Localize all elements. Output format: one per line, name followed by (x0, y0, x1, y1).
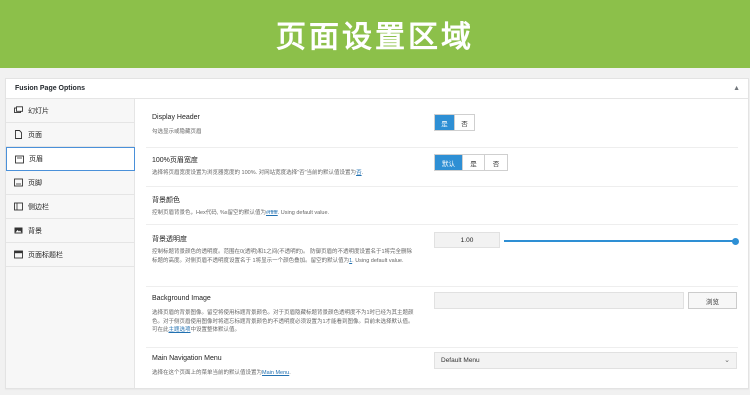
panel-title: Fusion Page Options (15, 85, 86, 92)
bg-image-url-field[interactable] (434, 292, 684, 309)
sidebar-icon (14, 202, 23, 211)
tab-label: 背景 (28, 227, 42, 235)
tab-label: 幻灯片 (28, 107, 49, 115)
tab-label: 侧边栏 (28, 203, 49, 211)
full-width-header-toggle: 默认 是 否 (434, 154, 508, 171)
chevron-down-icon: ⌄ (724, 357, 730, 364)
bg-opacity-label: 背景透明度 (152, 236, 187, 243)
footer-icon (14, 178, 23, 187)
full-width-default-button[interactable]: 默认 (435, 155, 463, 170)
opacity-slider-handle[interactable] (732, 237, 739, 245)
tab-page[interactable]: 页面 (6, 123, 134, 147)
image-icon (14, 226, 23, 235)
panel-header[interactable]: Fusion Page Options ▲ (6, 79, 748, 99)
bg-color-desc: 控制页眉背景色，Hex代码, %s留空的默认值为#ffffff. Using d… (152, 210, 330, 216)
fusion-page-options-panel: Fusion Page Options ▲ 幻灯片 页面 页眉 页脚 侧边栏 背… (5, 78, 749, 389)
divider (146, 347, 738, 348)
tab-label: 页脚 (28, 179, 42, 187)
main-menu-label: Main Navigation Menu (152, 355, 222, 362)
theme-options-link[interactable]: 主题选项 (169, 327, 191, 333)
full-width-no-button[interactable]: 否 (485, 155, 507, 170)
opacity-slider-track[interactable] (504, 240, 734, 242)
options-tabs: 幻灯片 页面 页眉 页脚 侧边栏 背景 页面标题栏 (6, 99, 135, 388)
tab-label: 页面 (28, 131, 42, 139)
full-width-header-desc: 选择将页眉宽度设置为浏览器宽度的 100%. 对网站宽度选择"否"当前的默认值设… (152, 170, 364, 176)
bg-color-label: 背景颜色 (152, 197, 180, 204)
tab-slideshow[interactable]: 幻灯片 (6, 99, 134, 123)
divider (146, 224, 738, 225)
collapse-toggle-icon[interactable]: ▲ (733, 85, 740, 92)
full-width-header-label: 100%页眉宽度 (152, 157, 198, 164)
divider (146, 147, 738, 148)
tab-header[interactable]: 页眉 (6, 147, 135, 171)
bg-image-desc: 选择页眉的背景图像。留空将使用标题背景颜色。对于页眉隐藏标题背景颜色透明度不为1… (152, 310, 414, 333)
title-bar-icon (14, 250, 23, 259)
bg-opacity-desc: 控制标题背景颜色的透明度。范围在0(透明)和1之间(不透明的)。 防御页眉的不透… (152, 249, 413, 264)
header-options-content: Display Header 勾选显示或隐藏页眉 是 否 100%页眉宽度 选择… (136, 99, 748, 388)
tab-background[interactable]: 背景 (6, 219, 134, 243)
main-menu-select[interactable]: Default Menu ⌄ (434, 352, 737, 369)
opacity-value-input[interactable]: 1.00 (434, 232, 500, 248)
display-header-desc: 勾选显示或隐藏页眉 (152, 129, 202, 135)
browse-button[interactable]: 浏览 (688, 292, 737, 309)
main-menu-selected-value: Default Menu (441, 357, 480, 364)
tab-footer[interactable]: 页脚 (6, 171, 134, 195)
display-header-toggle: 是 否 (434, 114, 475, 131)
tab-label: 页面标题栏 (28, 251, 63, 259)
tab-sidebar[interactable]: 侧边栏 (6, 195, 134, 219)
default-value-link[interactable]: #ffffff (266, 210, 278, 216)
tab-page-title-bar[interactable]: 页面标题栏 (6, 243, 134, 267)
divider (146, 286, 738, 287)
banner: 页面设置区域 (0, 0, 750, 68)
divider (146, 186, 738, 187)
banner-title: 页面设置区域 (276, 20, 474, 55)
tab-label: 页眉 (29, 156, 43, 163)
display-header-yes-button[interactable]: 是 (435, 115, 455, 130)
display-header-no-button[interactable]: 否 (455, 115, 474, 130)
page-icon (14, 130, 23, 139)
main-menu-desc: 选择在这个页面上的菜单当前的默认值设置为Main Menu. (152, 370, 291, 376)
display-header-label: Display Header (152, 114, 200, 121)
header-icon (15, 155, 24, 164)
default-value-link[interactable]: Main Menu (262, 370, 289, 376)
slideshow-icon (14, 106, 23, 115)
bg-image-label: Background Image (152, 295, 211, 302)
full-width-yes-button[interactable]: 是 (463, 155, 485, 170)
